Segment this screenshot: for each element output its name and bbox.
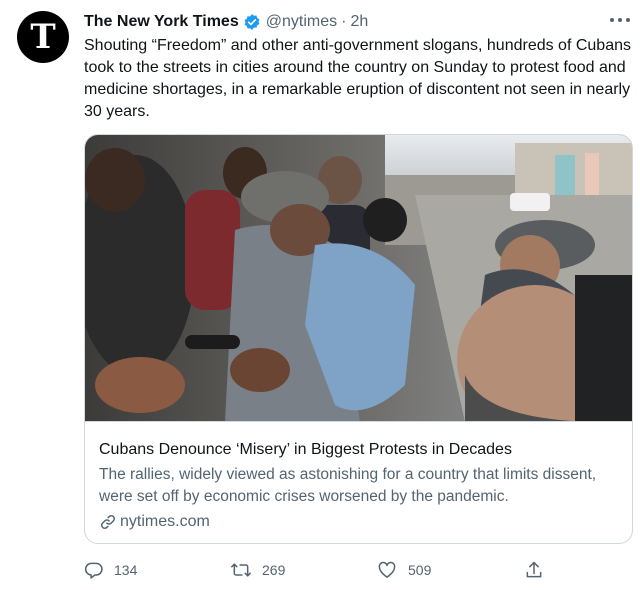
reply-count: 134	[114, 562, 138, 578]
card-domain: nytimes.com	[99, 512, 210, 532]
more-dot	[610, 18, 614, 22]
retweet-button[interactable]: 269	[230, 558, 285, 582]
card-title: Cubans Denounce ‘Misery’ in Biggest Prot…	[99, 441, 512, 458]
more-options-icon[interactable]	[606, 10, 634, 30]
reply-icon	[84, 562, 103, 579]
share-icon	[526, 561, 542, 578]
timestamp[interactable]: 2h	[350, 13, 368, 31]
more-dot	[626, 18, 630, 22]
card-domain-text: nytimes.com	[120, 513, 210, 530]
card-description: The rallies, widely viewed as astonishin…	[99, 466, 597, 505]
heart-icon	[378, 561, 396, 578]
tweet-text: Shouting “Freedom” and other anti-govern…	[84, 37, 631, 120]
tweet-actions: 134 269 509	[84, 558, 554, 582]
avatar[interactable]: T	[17, 11, 69, 63]
tweet[interactable]: T The New York Times @nytimes · 2h Shout…	[0, 0, 640, 590]
separator-dot: ·	[341, 13, 347, 30]
link-icon	[100, 514, 116, 530]
like-count: 509	[408, 562, 432, 578]
tweet-header: The New York Times @nytimes · 2h	[84, 11, 368, 33]
retweet-icon	[231, 563, 251, 577]
link-card[interactable]: Cubans Denounce ‘Misery’ in Biggest Prot…	[84, 134, 633, 544]
share-button[interactable]	[524, 558, 554, 582]
author-handle[interactable]: @nytimes	[266, 13, 337, 31]
reply-button[interactable]: 134	[84, 558, 137, 582]
more-dot	[618, 18, 622, 22]
verified-badge-icon	[243, 13, 261, 31]
nyt-logo-icon: T	[30, 17, 56, 57]
like-button[interactable]: 509	[376, 558, 431, 582]
retweet-count: 269	[262, 562, 286, 578]
card-photo[interactable]	[85, 135, 632, 422]
author-name[interactable]: The New York Times	[84, 13, 239, 31]
